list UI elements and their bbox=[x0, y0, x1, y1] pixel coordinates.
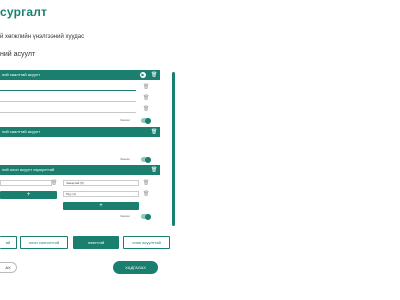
trash-icon[interactable]: 🗑 bbox=[151, 129, 157, 135]
question-card: ний олон асуулт хариулттай 🗑 🗑 + Чанарта… bbox=[0, 165, 160, 221]
answer-field[interactable] bbox=[0, 96, 136, 102]
add-question-button[interactable]: + bbox=[0, 191, 57, 199]
question-card-header: ний олон асуулт хариулттай 🗑 bbox=[0, 165, 160, 175]
back-button[interactable]: АХ bbox=[0, 262, 17, 273]
question-type-button[interactable]: олон асуулттай bbox=[123, 236, 170, 249]
question-card: ний хаалттай асуулт 🗑 Заавал bbox=[0, 127, 160, 164]
section-title: ний асуулт bbox=[0, 51, 36, 58]
question-type-button[interactable]: нээлттэй bbox=[73, 236, 119, 249]
trash-icon[interactable]: 🗑 bbox=[151, 72, 157, 78]
trash-icon[interactable]: 🗑 bbox=[143, 106, 149, 112]
required-label: Заавал bbox=[120, 157, 131, 161]
required-toggle[interactable] bbox=[141, 117, 151, 124]
trash-icon[interactable]: 🗑 bbox=[143, 95, 149, 101]
scrollbar[interactable] bbox=[172, 72, 175, 226]
question-card-header: ний хаалттай асуулт ▶ 🗑 bbox=[0, 70, 160, 80]
required-label: Заавал bbox=[120, 118, 131, 122]
question-card-header: ний хаалттай асуулт 🗑 bbox=[0, 127, 160, 137]
required-toggle[interactable] bbox=[141, 213, 151, 220]
question-type-button[interactable]: ай bbox=[0, 236, 17, 249]
add-circle-icon[interactable]: ▶ bbox=[140, 72, 146, 78]
trash-icon[interactable]: 🗑 bbox=[151, 167, 157, 173]
page-title: й хөгжлийн үнэлгээний хуудас bbox=[0, 34, 85, 40]
answer-field[interactable] bbox=[0, 85, 136, 91]
trash-icon[interactable]: 🗑 bbox=[143, 180, 149, 186]
answer-field[interactable] bbox=[0, 107, 136, 113]
required-label: Заавал bbox=[120, 214, 131, 218]
question-field[interactable] bbox=[0, 180, 52, 186]
add-answer-button[interactable]: + bbox=[63, 202, 139, 210]
question-type-button[interactable]: олон сонголттой bbox=[20, 236, 68, 249]
question-title: ний хаалттай асуулт bbox=[2, 72, 41, 77]
trash-icon[interactable]: 🗑 bbox=[143, 191, 149, 197]
trash-icon[interactable]: 🗑 bbox=[51, 180, 57, 186]
trash-icon[interactable]: 🗑 bbox=[143, 84, 149, 90]
app-title: сургалт bbox=[0, 5, 48, 19]
required-toggle[interactable] bbox=[141, 156, 151, 163]
question-title: ний олон асуулт хариулттай bbox=[2, 167, 55, 172]
save-button[interactable]: ХАДГАЛАХ bbox=[113, 261, 158, 274]
question-title: ний хаалттай асуулт bbox=[2, 129, 41, 134]
question-card: ний хаалттай асуулт ▶ 🗑 🗑 🗑 🗑 Заавал bbox=[0, 70, 160, 126]
answer-option-field[interactable]: Чанартай (5) bbox=[63, 180, 139, 186]
answer-option-field[interactable]: Муу (1) bbox=[63, 191, 139, 197]
